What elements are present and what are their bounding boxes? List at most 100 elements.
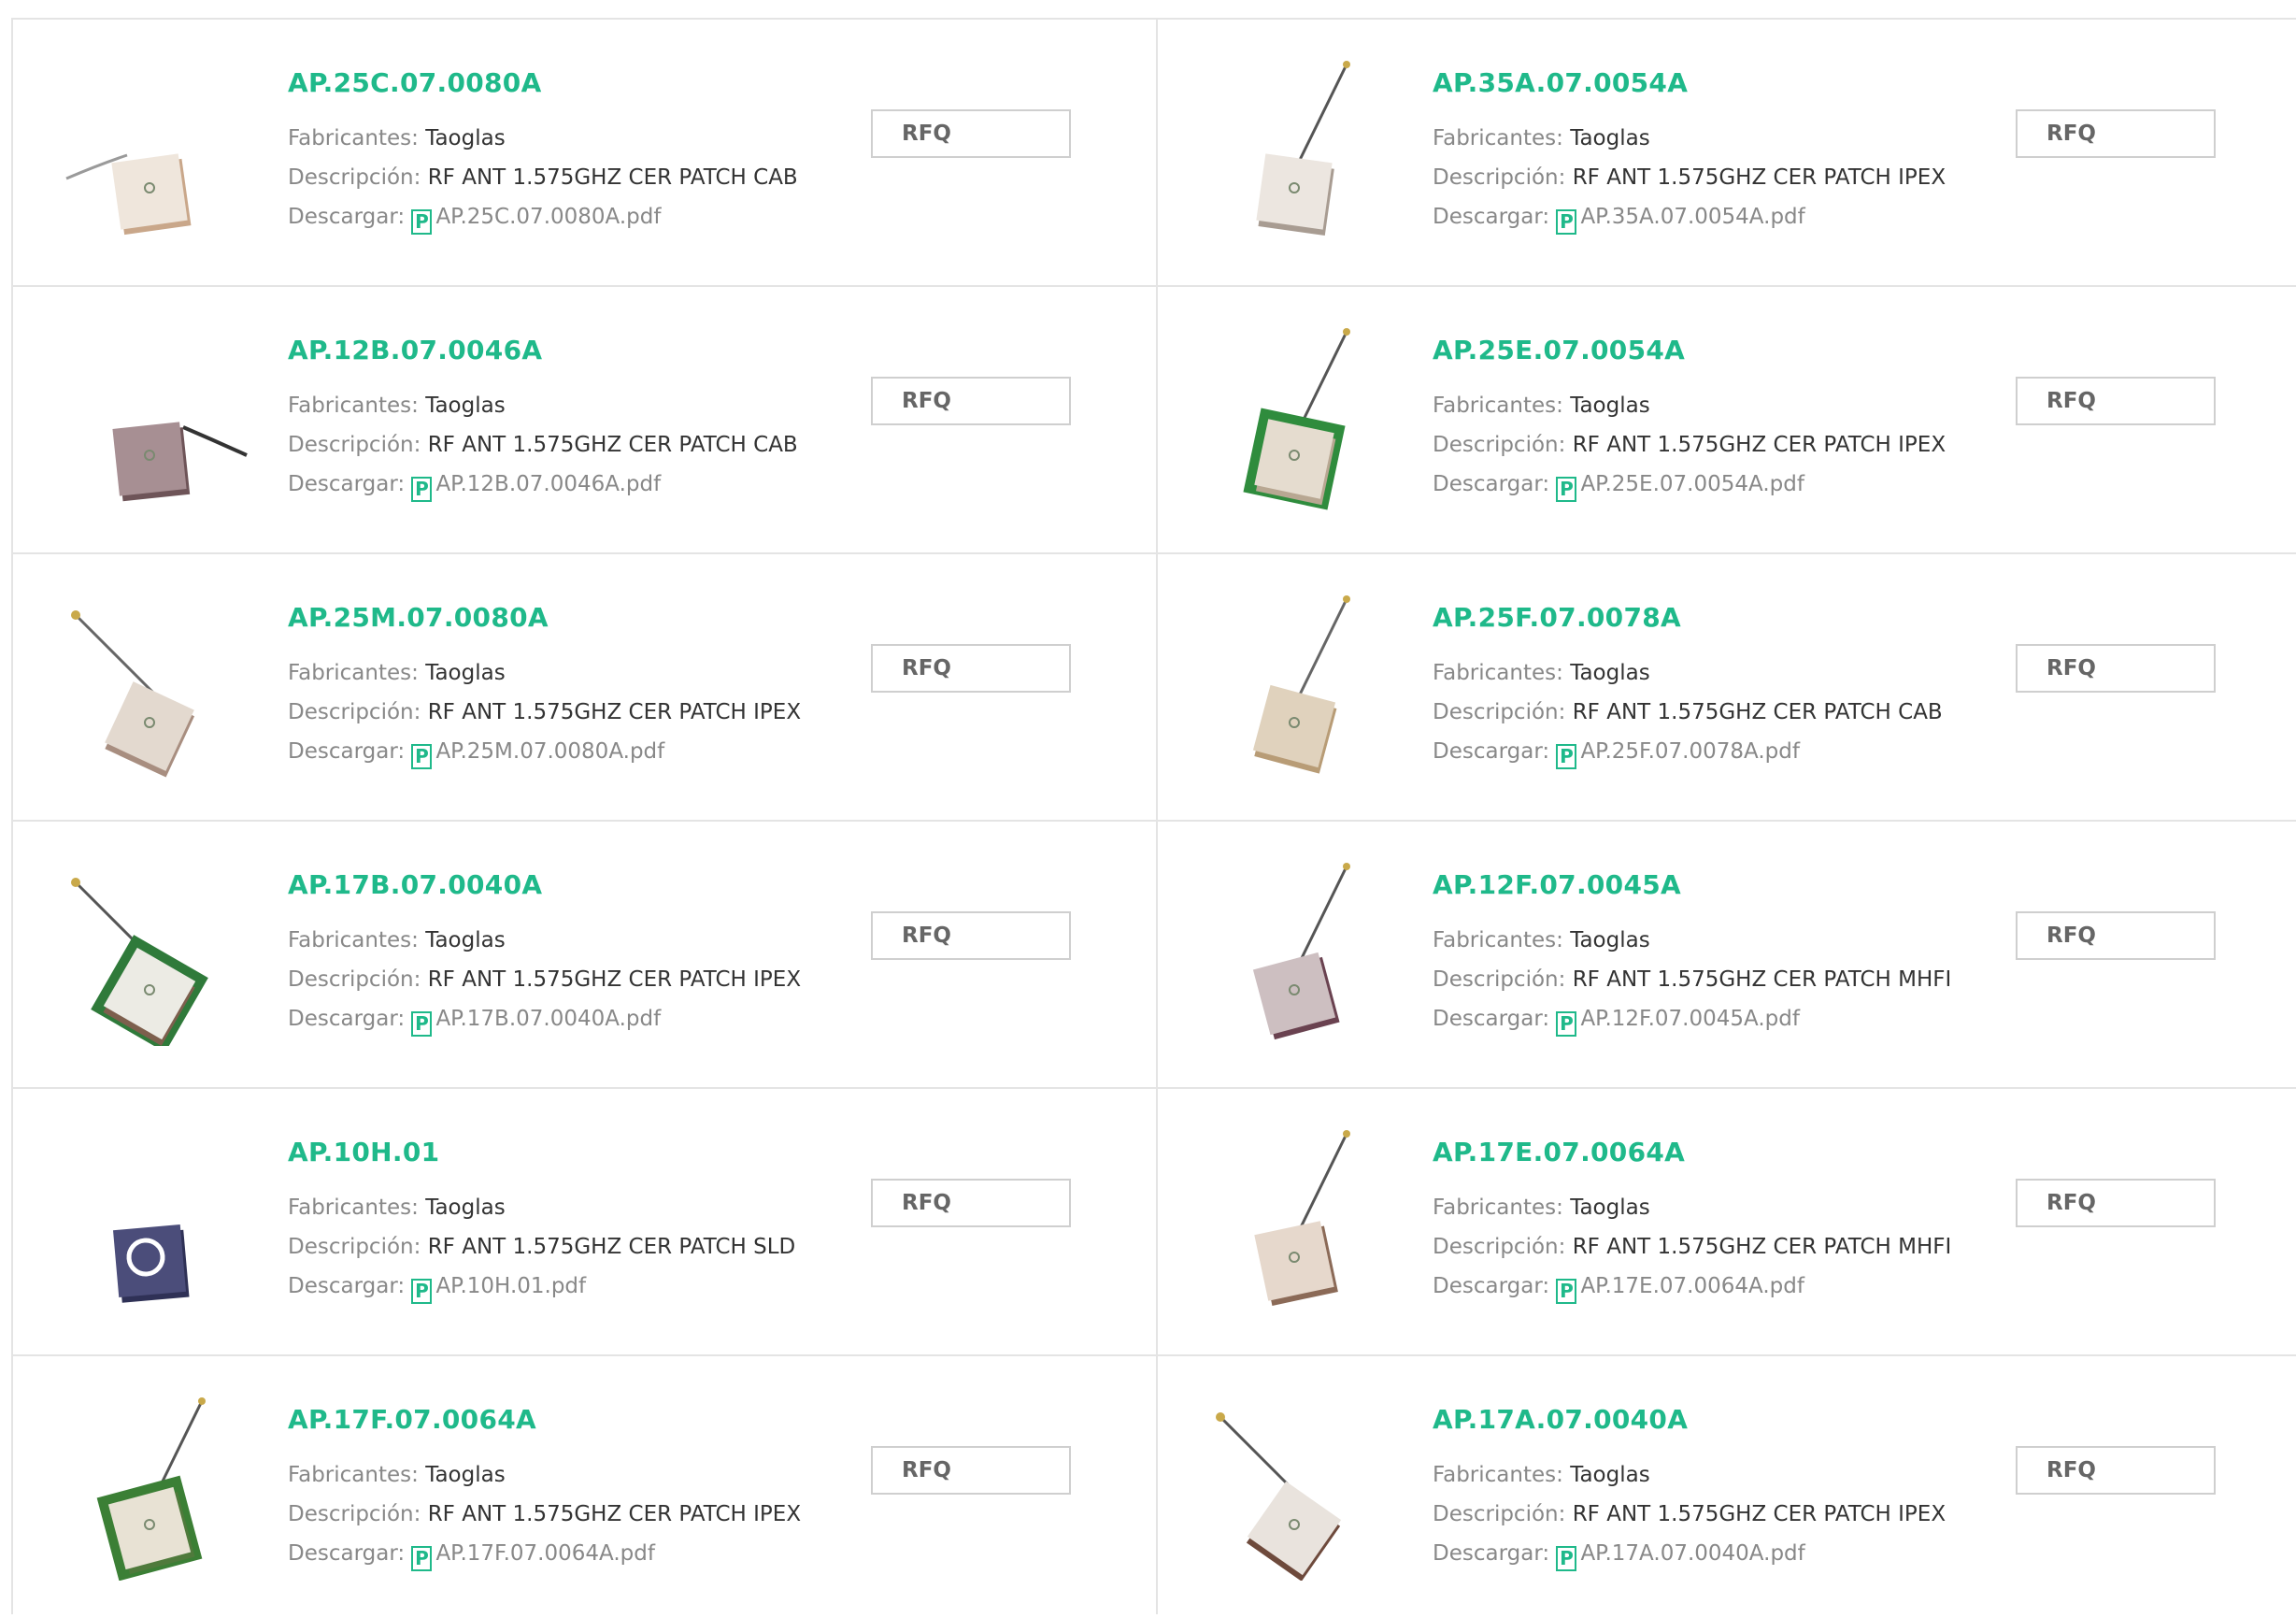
download-line: Descargar: P AP.25F.07.0078A.pdf: [1433, 732, 1943, 771]
rfq-button[interactable]: RFQ: [871, 1446, 1071, 1495]
pdf-icon[interactable]: P: [411, 1279, 433, 1304]
product-image[interactable]: [1206, 1126, 1393, 1313]
pdf-icon[interactable]: P: [1556, 477, 1577, 502]
rfq-button[interactable]: RFQ: [2016, 644, 2216, 693]
rfq-button[interactable]: RFQ: [871, 644, 1071, 693]
product-info: AP.35A.07.0054A Fabricantes: Taoglas Des…: [1433, 67, 1946, 236]
manufacturer-label: Fabricantes:: [288, 1463, 419, 1487]
description-label: Descripción:: [288, 433, 421, 457]
datasheet-link[interactable]: AP.35A.07.0054A.pdf: [1580, 205, 1804, 229]
rfq-button[interactable]: RFQ: [2016, 1179, 2216, 1227]
datasheet-link[interactable]: AP.10H.01.pdf: [435, 1274, 586, 1298]
antenna-illustration: [1256, 61, 1350, 236]
pdf-icon[interactable]: P: [1556, 1279, 1577, 1304]
product-info: AP.10H.01 Fabricantes: Taoglas Descripci…: [288, 1137, 795, 1306]
pdf-icon[interactable]: P: [411, 1011, 433, 1037]
product-image[interactable]: [1206, 859, 1393, 1046]
part-number-link[interactable]: AP.25E.07.0054A: [1433, 335, 1946, 365]
antenna-illustration: [112, 1224, 190, 1303]
antenna-illustration: [1254, 1130, 1350, 1306]
antenna-illustration: [65, 153, 192, 236]
pdf-icon[interactable]: P: [1556, 744, 1577, 769]
manufacturer-value: Taoglas: [1570, 928, 1650, 952]
rfq-button[interactable]: RFQ: [2016, 109, 2216, 158]
manufacturer-value: Taoglas: [1570, 1463, 1650, 1487]
manufacturer-line: Fabricantes: Taoglas: [1433, 1455, 1946, 1495]
description-line: Descripción: RF ANT 1.575GHZ CER PATCH I…: [288, 693, 801, 732]
download-line: Descargar: P AP.17F.07.0064A.pdf: [288, 1534, 801, 1573]
datasheet-link[interactable]: AP.12B.07.0046A.pdf: [435, 472, 661, 496]
manufacturer-line: Fabricantes: Taoglas: [1433, 1188, 1951, 1227]
description-line: Descripción: RF ANT 1.575GHZ CER PATCH C…: [288, 425, 798, 465]
description-label: Descripción:: [1433, 700, 1566, 724]
part-number-link[interactable]: AP.25F.07.0078A: [1433, 602, 1943, 633]
part-number-link[interactable]: AP.17F.07.0064A: [288, 1404, 801, 1435]
product-image[interactable]: [62, 57, 249, 244]
part-number-link[interactable]: AP.10H.01: [288, 1137, 795, 1167]
manufacturer-label: Fabricantes:: [1433, 661, 1563, 685]
part-number-link[interactable]: AP.17E.07.0064A: [1433, 1137, 1951, 1167]
pdf-icon[interactable]: P: [1556, 1011, 1577, 1037]
download-label: Descargar:: [288, 739, 406, 764]
description-value: RF ANT 1.575GHZ CER PATCH IPEX: [1572, 165, 1947, 190]
rfq-button[interactable]: RFQ: [871, 911, 1071, 960]
datasheet-link[interactable]: AP.17E.07.0064A.pdf: [1580, 1274, 1804, 1298]
product-row: AP.12B.07.0046A Fabricantes: Taoglas Des…: [13, 287, 2296, 554]
part-number-link[interactable]: AP.35A.07.0054A: [1433, 67, 1946, 98]
part-number-link[interactable]: AP.17A.07.0040A: [1433, 1404, 1946, 1435]
datasheet-link[interactable]: AP.25F.07.0078A.pdf: [1580, 739, 1800, 764]
antenna-illustration: [1216, 1412, 1342, 1581]
datasheet-link[interactable]: AP.17B.07.0040A.pdf: [435, 1007, 661, 1031]
description-label: Descripción:: [288, 1235, 421, 1259]
rfq-button[interactable]: RFQ: [871, 377, 1071, 425]
description-line: Descripción: RF ANT 1.575GHZ CER PATCH C…: [288, 158, 798, 197]
manufacturer-label: Fabricantes:: [288, 1196, 419, 1220]
rfq-button[interactable]: RFQ: [2016, 377, 2216, 425]
rfq-button[interactable]: RFQ: [2016, 911, 2216, 960]
datasheet-link[interactable]: AP.25E.07.0054A.pdf: [1580, 472, 1804, 496]
download-label: Descargar:: [1433, 472, 1550, 496]
product-image[interactable]: [1206, 57, 1393, 244]
product-info: AP.25F.07.0078A Fabricantes: Taoglas Des…: [1433, 602, 1943, 771]
product-image[interactable]: [1206, 1394, 1393, 1581]
manufacturer-value: Taoglas: [425, 1196, 506, 1220]
description-line: Descripción: RF ANT 1.575GHZ CER PATCH M…: [1433, 960, 1951, 999]
datasheet-link[interactable]: AP.17A.07.0040A.pdf: [1580, 1541, 1804, 1566]
datasheet-link[interactable]: AP.25M.07.0080A.pdf: [435, 739, 664, 764]
manufacturer-value: Taoglas: [1570, 1196, 1650, 1220]
product-image[interactable]: [62, 1126, 249, 1313]
product-image[interactable]: [1206, 592, 1393, 779]
pdf-icon[interactable]: P: [411, 744, 433, 769]
datasheet-link[interactable]: AP.25C.07.0080A.pdf: [435, 205, 661, 229]
pdf-icon[interactable]: P: [1556, 209, 1577, 235]
product-card: AP.17F.07.0064A Fabricantes: Taoglas Des…: [13, 1356, 1158, 1614]
pdf-icon[interactable]: P: [411, 477, 433, 502]
product-image[interactable]: [62, 592, 249, 779]
product-card: AP.25M.07.0080A Fabricantes: Taoglas Des…: [13, 554, 1158, 820]
product-row: AP.10H.01 Fabricantes: Taoglas Descripci…: [13, 1089, 2296, 1356]
datasheet-link[interactable]: AP.17F.07.0064A.pdf: [435, 1541, 655, 1566]
product-image[interactable]: [62, 859, 249, 1046]
manufacturer-value: Taoglas: [1570, 126, 1650, 150]
part-number-link[interactable]: AP.12F.07.0045A: [1433, 869, 1951, 900]
pdf-icon[interactable]: P: [411, 1546, 433, 1571]
rfq-button[interactable]: RFQ: [2016, 1446, 2216, 1495]
part-number-link[interactable]: AP.12B.07.0046A: [288, 335, 798, 365]
description-value: RF ANT 1.575GHZ CER PATCH CAB: [1572, 700, 1943, 724]
part-number-link[interactable]: AP.25M.07.0080A: [288, 602, 801, 633]
manufacturer-line: Fabricantes: Taoglas: [288, 119, 798, 158]
part-number-link[interactable]: AP.25C.07.0080A: [288, 67, 798, 98]
manufacturer-label: Fabricantes:: [288, 394, 419, 418]
product-image[interactable]: [62, 1394, 249, 1581]
product-image[interactable]: [1206, 324, 1393, 511]
download-line: Descargar: P AP.10H.01.pdf: [288, 1267, 795, 1306]
rfq-button[interactable]: RFQ: [871, 1179, 1071, 1227]
pdf-icon[interactable]: P: [1556, 1546, 1577, 1571]
description-label: Descripción:: [1433, 433, 1566, 457]
rfq-button[interactable]: RFQ: [871, 109, 1071, 158]
pdf-icon[interactable]: P: [411, 209, 433, 235]
description-line: Descripción: RF ANT 1.575GHZ CER PATCH I…: [1433, 158, 1946, 197]
datasheet-link[interactable]: AP.12F.07.0045A.pdf: [1580, 1007, 1800, 1031]
product-image[interactable]: [62, 324, 249, 511]
part-number-link[interactable]: AP.17B.07.0040A: [288, 869, 801, 900]
